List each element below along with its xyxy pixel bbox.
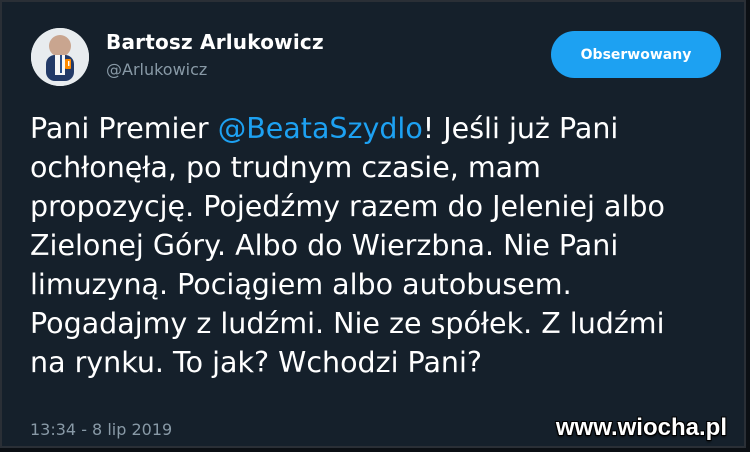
tweet-text-body: ! Jeśli już Pani ochłonęła, po trudnym c… xyxy=(30,112,665,379)
avatar-image xyxy=(31,28,89,86)
user-handle[interactable]: @Arlukowicz xyxy=(106,60,324,80)
following-button[interactable]: Obserwowany xyxy=(551,31,721,78)
mention-link[interactable]: @BeataSzydlo xyxy=(218,112,423,145)
tweet-text: Pani Premier @BeataSzydlo! Jeśli już Pan… xyxy=(30,109,720,382)
tweet-header: Bartosz Arlukowicz @Arlukowicz Obserwowa… xyxy=(2,2,744,102)
tweet-card: Bartosz Arlukowicz @Arlukowicz Obserwowa… xyxy=(0,0,746,448)
watermark: www.wiocha.pl xyxy=(555,414,727,441)
user-meta: Bartosz Arlukowicz @Arlukowicz xyxy=(106,30,324,80)
timestamp[interactable]: 13:34 - 8 lip 2019 xyxy=(30,420,172,440)
display-name[interactable]: Bartosz Arlukowicz xyxy=(106,30,324,54)
tweet-text-prefix: Pani Premier xyxy=(30,112,218,145)
avatar[interactable] xyxy=(31,28,89,86)
